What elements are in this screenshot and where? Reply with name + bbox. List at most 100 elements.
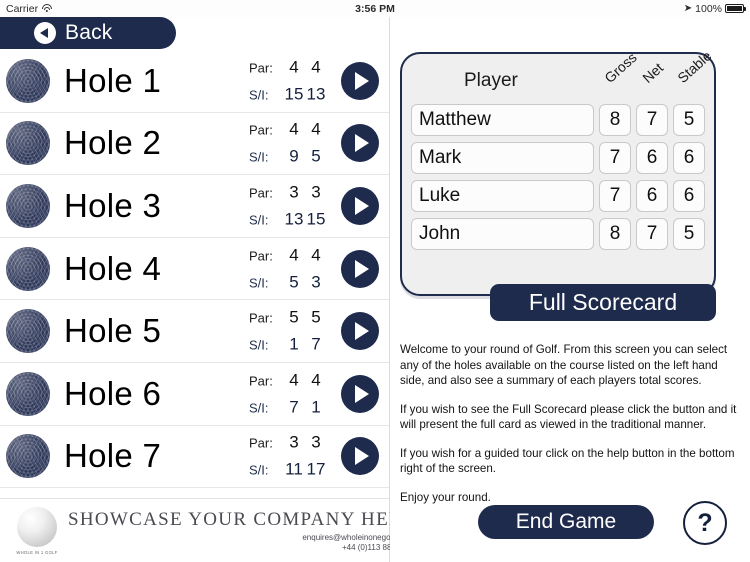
scorecard-net-value: 7	[636, 104, 668, 136]
play-arrow-icon[interactable]	[341, 124, 379, 163]
back-arrow-icon	[34, 22, 56, 44]
hole-si-line: S/I: 1 7	[249, 335, 327, 355]
scorecard-summary-panel: Player Gross Net Stable Matthew 8 7 5 Mark 7 6…	[400, 48, 716, 296]
hole-stats: Par: 4 4 S/I: 7 1	[249, 370, 327, 417]
golf-ball-logo-icon: WHOLE IN 1 GOLF	[6, 502, 68, 560]
si-value-yellow: 15	[306, 209, 326, 229]
par-label: Par:	[249, 310, 273, 326]
par-value-yellow: 3	[311, 182, 321, 202]
par-label: Par:	[249, 122, 273, 138]
si-value-yellow: 3	[311, 272, 321, 292]
par-label: Par:	[249, 60, 273, 76]
par-label: Par:	[249, 248, 273, 264]
si-value-white: 9	[289, 146, 299, 166]
scorecard-net-value: 6	[636, 142, 668, 174]
par-value-yellow: 5	[311, 307, 321, 327]
scorecard-player-name[interactable]: Luke	[411, 180, 594, 212]
hole-name-label: Hole 4	[64, 249, 162, 287]
scorecard-player-name[interactable]: John	[411, 218, 594, 250]
scorecard-row[interactable]: Luke 7 6 6	[402, 180, 714, 212]
hole-par-line: Par: 4 4	[249, 245, 327, 265]
si-label: S/I:	[249, 337, 269, 353]
battery-full-icon	[725, 4, 746, 13]
par-label: Par:	[249, 185, 273, 201]
scorecard-gross-value: 8	[599, 104, 631, 136]
scorecard-row[interactable]: John 8 7 5	[402, 218, 714, 250]
scorecard-row[interactable]: Mark 7 6 6	[402, 142, 714, 174]
par-value-white: 3	[289, 182, 299, 202]
golf-ball-icon	[6, 371, 50, 416]
scorecard-row[interactable]: Matthew 8 7 5	[402, 104, 714, 136]
si-value-white: 7	[289, 397, 299, 417]
back-button-label: Back	[65, 21, 113, 44]
hole-si-line: S/I: 7 1	[249, 397, 327, 417]
advert-headline: SHOWCASE YOUR COMPANY HERE	[68, 509, 416, 530]
play-arrow-icon[interactable]	[341, 249, 379, 288]
si-label: S/I:	[249, 400, 269, 416]
hole-si-line: S/I: 9 5	[249, 147, 327, 167]
scorecard-gross-value: 8	[599, 218, 631, 250]
scorecard-col-stable: Stable	[674, 47, 715, 86]
scorecard-stable-value: 6	[673, 142, 705, 174]
hole-par-line: Par: 4 4	[249, 370, 327, 390]
hole-name-label: Hole 2	[64, 124, 162, 162]
hole-row[interactable]: Hole 4 Par: 4 4 S/I: 5 3	[0, 237, 389, 301]
par-value-white: 4	[289, 57, 299, 77]
scorecard-rows: Matthew 8 7 5 Mark 7 6 6 Luke 7 6 6 John 8 7 5	[402, 104, 714, 250]
si-label: S/I:	[249, 149, 269, 165]
advert-footer[interactable]: WHOLE IN 1 GOLF SHOWCASE YOUR COMPANY HE…	[0, 498, 416, 562]
help-button[interactable]: ?	[683, 501, 727, 545]
si-label: S/I:	[249, 462, 269, 478]
info-paragraph-4: Enjoy your round.	[400, 490, 491, 504]
info-paragraph-2: If you wish to see the Full Scorecard pl…	[400, 402, 737, 432]
scorecard-player-name[interactable]: Matthew	[411, 104, 594, 136]
golf-ball-icon	[6, 183, 50, 228]
hole-par-line: Par: 4 4	[249, 57, 327, 77]
hole-par-line: Par: 3 3	[249, 433, 327, 453]
hole-row[interactable]: Hole 1 Par: 4 4 S/I: 15 13	[0, 50, 389, 113]
par-value-white: 5	[289, 307, 299, 327]
si-value-yellow: 17	[306, 459, 326, 479]
end-game-label: End Game	[515, 510, 617, 533]
scorecard-stable-value: 5	[673, 104, 705, 136]
hole-par-line: Par: 5 5	[249, 308, 327, 328]
si-value-yellow: 7	[311, 334, 321, 354]
par-value-white: 4	[289, 370, 299, 390]
si-label: S/I:	[249, 275, 269, 291]
play-arrow-icon[interactable]	[341, 312, 379, 351]
scorecard-col-net: Net	[639, 59, 667, 86]
scorecard-player-name[interactable]: Mark	[411, 142, 594, 174]
info-paragraph-1: Welcome to your round of Golf. From this…	[400, 343, 728, 387]
hole-row[interactable]: Hole 6 Par: 4 4 S/I: 7 1	[0, 362, 389, 426]
status-bar: Carrier 3:56 PM ➤ 100%	[0, 0, 750, 17]
end-game-button[interactable]: End Game	[478, 505, 654, 539]
si-value-white: 5	[289, 272, 299, 292]
hole-list[interactable]: Hole 1 Par: 4 4 S/I: 15 13 Hole 2 Par: 4 4 S/I: 9 5 Ho…	[0, 50, 389, 495]
hole-row[interactable]: Hole 2 Par: 4 4 S/I: 9 5	[0, 112, 389, 176]
status-bar-right: ➤ 100%	[684, 3, 746, 15]
golf-ball-icon	[6, 434, 50, 479]
play-arrow-icon[interactable]	[341, 437, 379, 476]
hole-stats: Par: 3 3 S/I: 13 15	[249, 182, 327, 229]
play-arrow-icon[interactable]	[341, 61, 379, 100]
scorecard-player-header: Player	[464, 70, 518, 91]
hole-name-label: Hole 5	[64, 312, 162, 350]
hole-row[interactable]: Hole 3 Par: 3 3 S/I: 13 15	[0, 175, 389, 238]
play-arrow-icon[interactable]	[341, 186, 379, 225]
status-bar-time: 3:56 PM	[355, 2, 395, 15]
back-button[interactable]: Back	[0, 17, 176, 49]
hole-name-label: Hole 7	[64, 437, 162, 475]
nav-bar: Back	[0, 17, 180, 49]
hole-stats: Par: 4 4 S/I: 9 5	[249, 120, 327, 167]
par-value-white: 3	[289, 432, 299, 452]
si-value-yellow: 1	[311, 397, 321, 417]
golf-ball-icon	[6, 246, 50, 291]
golf-ball-icon	[6, 121, 50, 166]
par-value-yellow: 4	[311, 119, 321, 139]
play-arrow-icon[interactable]	[341, 374, 379, 413]
full-scorecard-button[interactable]: Full Scorecard	[490, 284, 716, 321]
hole-row[interactable]: Hole 5 Par: 5 5 S/I: 1 7	[0, 300, 389, 363]
info-text-block: Welcome to your round of Golf. From this…	[400, 342, 738, 518]
si-value-yellow: 13	[306, 84, 326, 104]
hole-row[interactable]: Hole 7 Par: 3 3 S/I: 11 17	[0, 425, 389, 489]
